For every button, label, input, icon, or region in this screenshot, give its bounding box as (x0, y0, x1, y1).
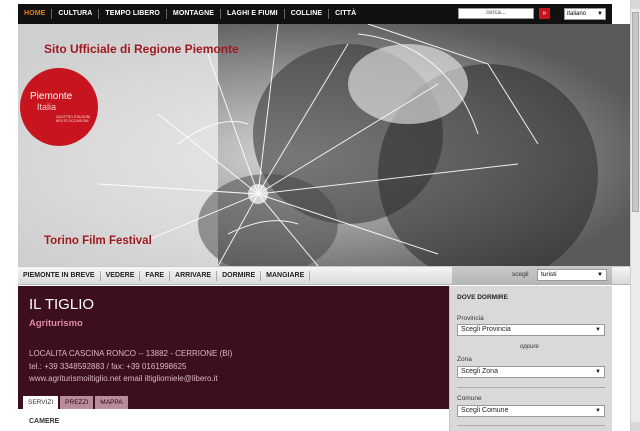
nav-cultura[interactable]: CULTURA (52, 9, 100, 19)
subnav-vedere[interactable]: VEDERE (101, 270, 141, 281)
listing-address: LOCALITA CASCINA RONCO -- 13882 - CERRIO… (29, 349, 233, 358)
site-title[interactable]: Sito Ufficiale di Regione Piemonte (44, 42, 239, 56)
listing-name: IL TIGLIO (29, 296, 95, 313)
audience-selector: scegli turisti ▼ (452, 266, 612, 285)
page: HOME CULTURA TEMPO LIBERO MONTAGNE LAGHI… (0, 0, 630, 431)
audience-select[interactable]: turisti ▼ (537, 269, 607, 281)
nav-colline[interactable]: COLLINE (285, 9, 330, 19)
scroll-down-arrow[interactable] (631, 422, 640, 431)
chevron-down-icon: ▼ (595, 408, 601, 414)
section-heading: CAMERE (29, 418, 60, 425)
chevron-down-icon: ▼ (595, 369, 601, 375)
language-value: italiano (567, 11, 587, 17)
provincia-select[interactable]: Scegli Provincia ▼ (457, 324, 605, 336)
logo-tagline: QUATTRO STAGIONI MOLTE OCCASIONI (56, 115, 91, 123)
accommodation-search: DOVE DORMIRE Provincia Scegli Provincia … (449, 286, 612, 431)
subnav-piemonte-in-breve[interactable]: PIEMONTE IN BREVE (18, 270, 101, 281)
subnav-fare[interactable]: FARE (140, 270, 171, 281)
zona-label: Zona (457, 356, 472, 363)
language-select[interactable]: italiano ▼ (564, 8, 606, 20)
zona-select[interactable]: Scegli Zona ▼ (457, 366, 605, 378)
subnav-dormire[interactable]: DORMIRE (217, 270, 262, 281)
nav-tempo-libero[interactable]: TEMPO LIBERO (99, 9, 167, 19)
divider (457, 425, 605, 426)
search-button[interactable]: » (539, 8, 550, 19)
scrollbar-thumb[interactable] (632, 12, 639, 212)
oppure-text: oppure (520, 344, 539, 350)
audience-value: turisti (541, 271, 557, 278)
hero-banner: Sito Ufficiale di Regione Piemonte Piemo… (18, 24, 630, 266)
listing-phone: tel.: +39 3348592883 / fax: +39 01619986… (29, 362, 187, 371)
search-input[interactable]: cerca... (458, 8, 534, 19)
logo-text-italia: Italia (37, 102, 57, 112)
top-navigation: HOME CULTURA TEMPO LIBERO MONTAGNE LAGHI… (18, 4, 612, 24)
comune-select[interactable]: Scegli Comune ▼ (457, 405, 605, 417)
hero-photo (18, 24, 630, 266)
provincia-label: Provincia (457, 315, 484, 322)
listing-web[interactable]: www.agriturismoiltiglio.net email iltigl… (29, 374, 218, 383)
tab-servizi[interactable]: SERVIZI (23, 396, 59, 409)
subnav-arrivare[interactable]: ARRIVARE (170, 270, 218, 281)
audience-label: scegli (512, 271, 529, 278)
page-scrollbar[interactable] (630, 0, 640, 431)
listing-content: CAMERE (18, 409, 449, 431)
chevron-down-icon: ▼ (597, 11, 603, 17)
subnav-mangiare[interactable]: MANGIARE (261, 270, 311, 281)
listing-tabs: SERVIZI PREZZI MAPPA (23, 396, 130, 409)
tab-prezzi[interactable]: PREZZI (60, 396, 94, 409)
listing-type: Agriturismo (29, 318, 83, 329)
comune-label: Comune (457, 395, 482, 402)
nav-laghi-e-fiumi[interactable]: LAGHI E FIUMI (221, 9, 285, 19)
listing-panel: IL TIGLIO Agriturismo LOCALITA CASCINA R… (18, 286, 449, 409)
provincia-value: Scegli Provincia (461, 326, 511, 333)
chevron-down-icon: ▼ (597, 272, 603, 278)
piemonte-logo[interactable]: Piemonte Italia QUATTRO STAGIONI MOLTE O… (20, 68, 98, 146)
divider (457, 387, 605, 388)
logo-text-piemonte: Piemonte (30, 91, 73, 102)
zona-value: Scegli Zona (461, 368, 498, 375)
scroll-up-arrow[interactable] (631, 0, 640, 9)
chevron-down-icon: ▼ (595, 327, 601, 333)
nav-home[interactable]: HOME (18, 9, 53, 19)
comune-value: Scegli Comune (461, 407, 509, 414)
hero-caption-link[interactable]: Torino Film Festival (44, 235, 152, 247)
tab-mappa[interactable]: MAPPA (95, 396, 128, 409)
nav-montagne[interactable]: MONTAGNE (167, 9, 222, 19)
nav-citta[interactable]: CITTÀ (329, 9, 362, 19)
sidebar-title: DOVE DORMIRE (457, 294, 508, 301)
